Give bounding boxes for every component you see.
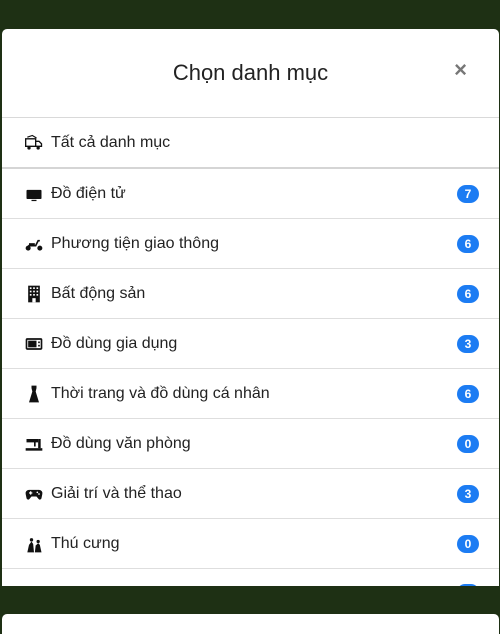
count-badge: 6 bbox=[457, 284, 479, 303]
category-item-real-estate[interactable]: Bất động sản 6 bbox=[2, 269, 499, 319]
category-label: Thời trang và đồ dùng cá nhân bbox=[51, 384, 270, 402]
microwave-icon bbox=[23, 333, 45, 355]
count-badge: 6 bbox=[457, 384, 479, 403]
category-label: Tất cả danh mục bbox=[51, 133, 171, 151]
category-item-household[interactable]: Đồ dùng gia dụng 3 bbox=[2, 319, 499, 369]
modal-title: Chọn danh mục bbox=[172, 60, 329, 85]
truck-icon bbox=[23, 132, 45, 154]
category-item-entertainment[interactable]: Giải trí và thể thao 3 bbox=[2, 469, 499, 519]
count-badge: 6 bbox=[457, 234, 479, 253]
count-badge: 0 bbox=[457, 434, 479, 453]
pets-icon bbox=[23, 533, 45, 555]
tv-icon bbox=[23, 183, 45, 205]
category-item-pets[interactable]: Thú cưng 0 bbox=[2, 519, 499, 569]
gamepad-icon bbox=[23, 483, 45, 505]
count-badge: 7 bbox=[457, 184, 479, 203]
underlying-panel bbox=[2, 614, 499, 634]
category-item-fashion[interactable]: Thời trang và đồ dùng cá nhân 6 bbox=[2, 369, 499, 419]
category-label: Đồ dùng văn phòng bbox=[51, 434, 191, 452]
category-label: Đồ dùng gia dụng bbox=[51, 334, 178, 352]
category-label: Bất động sản bbox=[51, 284, 146, 302]
scooter-icon bbox=[23, 233, 45, 255]
category-list: Tất cả danh mục Đồ điện tử 7 Phương tiện… bbox=[2, 118, 499, 586]
category-label: Đồ điện tử bbox=[51, 184, 126, 202]
dress-icon bbox=[23, 383, 45, 405]
partial-count-badge bbox=[457, 584, 479, 586]
category-item-all[interactable]: Tất cả danh mục bbox=[2, 118, 499, 169]
count-badge: 3 bbox=[457, 484, 479, 503]
sewing-machine-icon bbox=[23, 433, 45, 455]
category-label: Phương tiện giao thông bbox=[51, 234, 219, 252]
category-label: Giải trí và thể thao bbox=[51, 484, 182, 502]
building-icon bbox=[23, 283, 45, 305]
count-badge: 3 bbox=[457, 334, 479, 353]
category-item-office[interactable]: Đồ dùng văn phòng 0 bbox=[2, 419, 499, 469]
category-modal: Chọn danh mục × Tất cả danh mục Đồ điện … bbox=[2, 29, 499, 586]
category-item-vehicles[interactable]: Phương tiện giao thông 6 bbox=[2, 219, 499, 269]
close-button[interactable]: × bbox=[454, 59, 467, 81]
modal-header: Chọn danh mục × bbox=[2, 29, 499, 118]
category-item-electronics[interactable]: Đồ điện tử 7 bbox=[2, 169, 499, 219]
count-badge: 0 bbox=[457, 534, 479, 553]
category-label: Thú cưng bbox=[51, 534, 120, 552]
